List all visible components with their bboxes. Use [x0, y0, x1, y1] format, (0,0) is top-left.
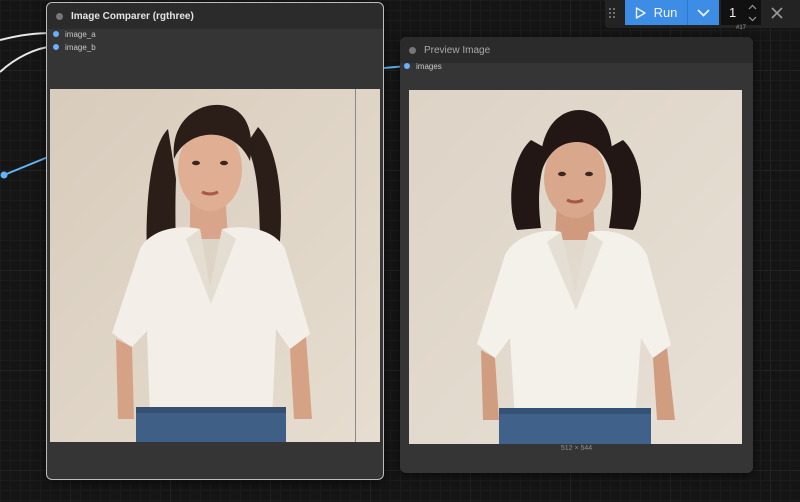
node-title: Preview Image — [424, 44, 491, 56]
run-label: Run — [653, 5, 678, 20]
node-title: Image Comparer (rgthree) — [71, 10, 194, 22]
slot-dot-icon[interactable] — [53, 31, 59, 37]
close-icon — [771, 7, 783, 19]
chevron-down-icon — [697, 8, 710, 17]
drag-handle-icon[interactable] — [609, 8, 617, 20]
node-title-bar[interactable]: Preview Image — [400, 37, 753, 63]
queue-badge: #17 — [736, 25, 747, 31]
slot-dot-icon[interactable] — [404, 63, 410, 69]
slot-label: image_b — [65, 42, 96, 52]
collapse-dot-icon[interactable] — [56, 12, 63, 20]
batch-count-value: 1 — [729, 5, 737, 20]
run-button[interactable]: Run — [625, 0, 687, 25]
slot-label: images — [416, 61, 442, 71]
preview-image-node[interactable]: Preview Image images 512 × 544 — [400, 37, 753, 473]
caret-down-icon — [748, 16, 756, 22]
node-title-bar[interactable]: Image Comparer (rgthree) — [47, 3, 383, 29]
compare-slider-line[interactable] — [355, 89, 356, 442]
link-reroute-dot[interactable] — [0, 171, 8, 179]
image-comparer-node[interactable]: Image Comparer (rgthree) image_a image_b — [46, 2, 384, 480]
compare-image[interactable] — [50, 89, 380, 442]
decrement-button[interactable] — [745, 13, 759, 25]
run-mode-dropdown[interactable] — [687, 0, 719, 25]
link-blue-left[interactable] — [3, 156, 49, 176]
slot-dot-icon[interactable] — [53, 44, 59, 50]
increment-button[interactable] — [745, 1, 759, 13]
caret-up-icon — [748, 4, 756, 10]
slot-label: image_a — [65, 29, 96, 39]
close-button[interactable] — [767, 3, 787, 23]
image-dimensions: 512 × 544 — [560, 445, 593, 452]
input-slot-image-b[interactable]: image_b — [53, 41, 96, 53]
preview-image[interactable] — [409, 90, 742, 444]
play-icon — [635, 6, 646, 19]
run-toolbar: Run 1 #17 — [605, 0, 800, 31]
collapse-dot-icon[interactable] — [409, 46, 416, 54]
input-slot-image-a[interactable]: image_a — [53, 28, 96, 40]
input-slot-images[interactable]: images — [404, 60, 442, 72]
